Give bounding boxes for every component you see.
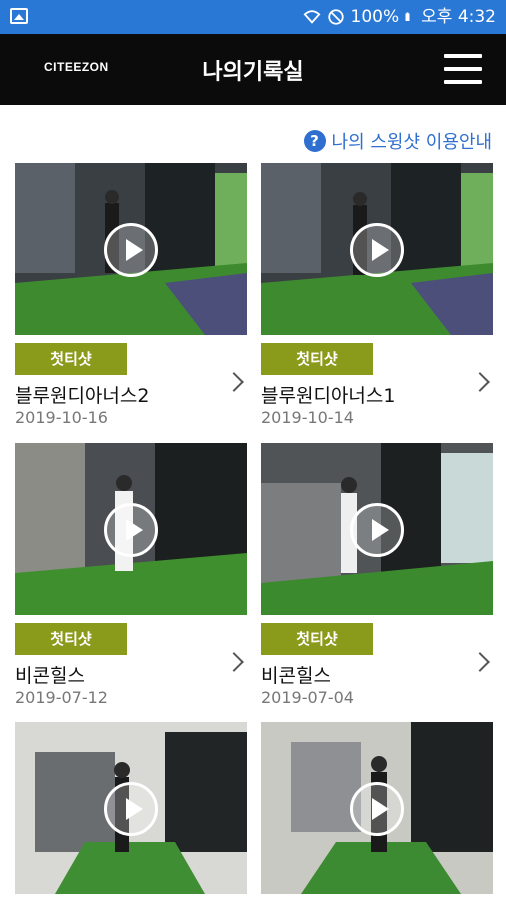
play-icon[interactable] [350, 503, 404, 557]
record-date: 2019-10-16 [15, 408, 108, 427]
chevron-right-icon[interactable] [224, 372, 244, 392]
play-icon[interactable] [350, 223, 404, 277]
video-thumbnail[interactable] [15, 163, 247, 335]
record-date: 2019-10-14 [261, 408, 354, 427]
course-name: 비콘힐스 [261, 665, 331, 687]
chevron-right-icon[interactable] [224, 652, 244, 672]
app-header: CITEEZON 나의기록실 [0, 34, 506, 105]
image-icon [10, 8, 28, 24]
record-date: 2019-07-04 [261, 688, 354, 707]
menu-bar [444, 80, 482, 84]
hamburger-menu-icon[interactable] [444, 54, 482, 84]
status-bar: 100% 오후 4:32 [0, 0, 506, 34]
menu-bar [444, 54, 482, 58]
first-tee-shot-badge: 첫티샷 [261, 623, 373, 655]
play-icon[interactable] [350, 782, 404, 836]
video-thumbnail[interactable] [261, 443, 493, 615]
battery-text: 100% [350, 7, 400, 27]
course-name: 비콘힐스 [15, 665, 85, 687]
first-tee-shot-badge: 첫티샷 [15, 623, 127, 655]
swing-shot-guide-link[interactable]: ? 나의 스윙샷 이용안내 [303, 128, 492, 154]
play-icon[interactable] [104, 223, 158, 277]
status-icons: 100% 오후 4:32 [303, 6, 496, 28]
video-thumbnail[interactable] [15, 722, 247, 894]
page-title: 나의기록실 [202, 60, 304, 85]
record-date: 2019-07-12 [15, 688, 108, 707]
course-name: 블루원디아너스1 [261, 385, 396, 407]
video-thumbnail[interactable] [261, 722, 493, 894]
chevron-right-icon[interactable] [470, 372, 490, 392]
no-disturb-icon [327, 9, 344, 25]
clock: 오후 4:32 [421, 7, 496, 27]
guide-label: 나의 스윙샷 이용안내 [331, 132, 492, 153]
menu-bar [444, 67, 482, 71]
first-tee-shot-badge: 첫티샷 [15, 343, 127, 375]
course-name: 블루원디아너스2 [15, 385, 150, 407]
battery-icon [405, 12, 410, 21]
play-icon[interactable] [104, 782, 158, 836]
question-circle-icon: ? [303, 130, 326, 152]
video-thumbnail[interactable] [261, 163, 493, 335]
first-tee-shot-badge: 첫티샷 [261, 343, 373, 375]
video-thumbnail[interactable] [15, 443, 247, 615]
play-icon[interactable] [104, 503, 158, 557]
chevron-right-icon[interactable] [470, 652, 490, 672]
wifi-icon [303, 10, 321, 24]
